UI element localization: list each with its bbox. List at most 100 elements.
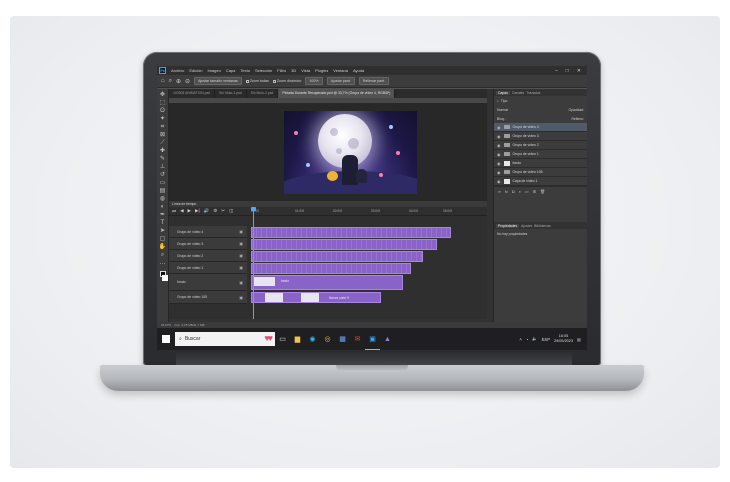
taskbar-clock[interactable]: 16:05 29/05/2023 — [554, 334, 573, 344]
hand-tool-icon[interactable]: ✋ — [159, 244, 167, 251]
photoshop-icon[interactable]: ▣ — [365, 328, 380, 350]
fill-screen-button[interactable]: Rellenar pant. — [358, 77, 390, 85]
marquee-tool-icon[interactable]: ⬚ — [159, 100, 167, 107]
home-icon[interactable]: ⌂ — [161, 78, 165, 84]
menu-filtro[interactable]: Filtro — [277, 68, 286, 73]
stamp-tool-icon[interactable]: ⊥ — [159, 164, 167, 171]
tab-trazados[interactable]: Trazados — [526, 91, 540, 95]
network-icon[interactable]: ◔ — [526, 337, 529, 342]
menu-archivo[interactable]: Archivo — [171, 68, 184, 73]
visibility-eye-icon[interactable]: ◉ — [497, 161, 501, 166]
tab-capas[interactable]: Capas — [496, 90, 510, 95]
tab-bibliotecas[interactable]: Bibliotecas — [534, 224, 550, 228]
layer-row[interactable]: ◉ Grupo de vídeo 1 — [494, 150, 587, 159]
menu-imagen[interactable]: Imagen — [207, 68, 220, 73]
menu-texto[interactable]: Texto — [240, 68, 250, 73]
visibility-eye-icon[interactable]: ◉ — [497, 125, 501, 130]
menu-seleccion[interactable]: Selección — [255, 68, 272, 73]
new-group-icon[interactable]: ▭ — [525, 189, 529, 194]
layer-row[interactable]: ◉ Grupo de vídeo 4 — [494, 123, 587, 132]
timeline-clip[interactable] — [251, 251, 423, 262]
video-track-icon[interactable]: ▣ — [239, 265, 243, 270]
play-icon[interactable]: ▶ — [188, 208, 191, 214]
timeline-track-label[interactable]: Grupo de vídeo 2 ▣ — [169, 250, 247, 262]
timeline-track-label[interactable]: Grupo de vídeo 4 ▣ — [169, 226, 247, 238]
pen-tool-icon[interactable]: ✒ — [159, 212, 167, 219]
background-color-swatch[interactable] — [161, 275, 168, 281]
zoom-icon[interactable]: ⌕ — [169, 78, 172, 85]
visibility-eye-icon[interactable]: ◉ — [497, 134, 501, 139]
menu-plugins[interactable]: Plugins — [315, 68, 328, 73]
menu-vista[interactable]: Vista — [301, 68, 310, 73]
filter-kind-select[interactable]: Tipo — [501, 99, 507, 103]
store-icon[interactable]: ▦ — [335, 328, 350, 350]
artwork-canvas[interactable] — [284, 111, 417, 194]
chrome-icon[interactable]: ◎ — [320, 328, 335, 350]
timeline-track-label[interactable]: Grupo de vídeo 105 ▣ — [169, 291, 247, 304]
first-frame-icon[interactable]: ⏮ — [172, 209, 176, 214]
new-layer-icon[interactable]: ⊞ — [533, 189, 536, 194]
dodge-tool-icon[interactable]: ◐ — [159, 204, 167, 211]
menu-ayuda[interactable]: Ayuda — [353, 68, 364, 73]
timeline-track-label[interactable]: Grupo de vídeo 1 ▣ — [169, 262, 247, 274]
timeline-clip[interactable] — [251, 227, 451, 238]
frame-tool-icon[interactable]: ⊠ — [159, 132, 167, 139]
trash-icon[interactable]: 🗑 — [540, 189, 545, 194]
visibility-eye-icon[interactable]: ◉ — [497, 179, 501, 184]
mail-icon[interactable]: ✉ — [350, 328, 365, 350]
video-track-icon[interactable]: ▣ — [239, 229, 243, 234]
folder-icon[interactable]: ▆ — [290, 328, 305, 350]
next-frame-icon[interactable]: ▶| — [195, 208, 200, 214]
menu-ventana[interactable]: Ventana — [333, 68, 348, 73]
tab-document-3[interactable]: Sin título-2.psd — [247, 89, 279, 98]
tab-document-1[interactable]: 100305 ANIMATION.psd — [169, 89, 216, 98]
tab-ajustes[interactable]: Ajustes — [521, 224, 532, 228]
move-tool-icon[interactable]: ✥ — [159, 92, 167, 99]
layer-row[interactable]: ◉ Grupo de vídeo 2 — [494, 141, 587, 150]
chevron-up-icon[interactable]: ˄ — [519, 337, 521, 342]
video-track-icon[interactable]: ▣ — [239, 280, 243, 285]
timeline-clip[interactable] — [251, 239, 437, 250]
zoom-tool-icon[interactable]: ⌕ — [159, 252, 167, 259]
link-icon[interactable]: ∞ — [498, 189, 501, 194]
fit-screen-button[interactable]: Ajustar pant. — [326, 77, 355, 85]
crop-tool-icon[interactable]: ⌗ — [159, 124, 167, 131]
timeline-clip[interactable] — [251, 263, 411, 274]
gradient-tool-icon[interactable]: ▤ — [159, 188, 167, 195]
transition-icon[interactable]: ◫ — [229, 208, 233, 214]
layer-row[interactable]: ◉ fondo — [494, 159, 587, 168]
menu-capa[interactable]: Capa — [226, 68, 236, 73]
visibility-eye-icon[interactable]: ◉ — [497, 152, 501, 157]
brush-tool-icon[interactable]: ✎ — [159, 156, 167, 163]
zoom-out-icon[interactable]: ⊖ — [185, 78, 190, 85]
volume-icon[interactable]: 🔈 — [532, 336, 537, 342]
timeline-track-label[interactable]: fondo ▣ — [169, 274, 247, 291]
resize-windows-button[interactable]: Ajustar tamaño ventanas — [194, 77, 242, 85]
visibility-eye-icon[interactable]: ◉ — [497, 170, 501, 175]
start-button[interactable] — [157, 328, 175, 350]
timeline-track-label[interactable]: Grupo de vídeo 3 ▣ — [169, 238, 247, 250]
media-icon[interactable]: ▲ — [380, 328, 395, 350]
layer-row[interactable]: ◉ Grupo de vídeo 105 — [494, 168, 587, 177]
task-view-icon[interactable]: ▭ — [275, 328, 290, 350]
zoom-100-button[interactable]: 100% — [305, 77, 323, 85]
healing-tool-icon[interactable]: ✚ — [159, 148, 167, 155]
blur-tool-icon[interactable]: ◍ — [159, 196, 167, 203]
menu-3d[interactable]: 3D — [291, 68, 296, 73]
scrubby-zoom-checkbox[interactable]: Zoom dinámico — [272, 79, 301, 83]
prev-frame-icon[interactable]: ◀ — [180, 208, 183, 214]
path-select-tool-icon[interactable]: ➤ — [159, 228, 167, 235]
tab-document-active[interactable]: Pintada Durante Recuperado.psd @ 33,7% (… — [278, 89, 396, 98]
close-button[interactable]: ✕ — [577, 68, 581, 74]
video-track-icon[interactable]: ▣ — [239, 241, 243, 246]
minimize-button[interactable]: – — [555, 68, 558, 74]
audio-icon[interactable]: 🔊 — [204, 208, 210, 214]
zoom-in-icon[interactable]: ⊕ — [176, 78, 181, 85]
zoom-all-checkbox[interactable]: Zoom todas — [245, 79, 269, 83]
mask-icon[interactable]: ◘ — [512, 189, 514, 194]
layer-row[interactable]: ◉ Capa de vídeo 1 — [494, 177, 587, 186]
blend-mode-select[interactable]: Normal — [497, 108, 508, 112]
eraser-tool-icon[interactable]: ▭ — [159, 180, 167, 187]
adjustment-icon[interactable]: ◑ — [518, 189, 520, 194]
edge-icon[interactable]: ◉ — [305, 328, 320, 350]
